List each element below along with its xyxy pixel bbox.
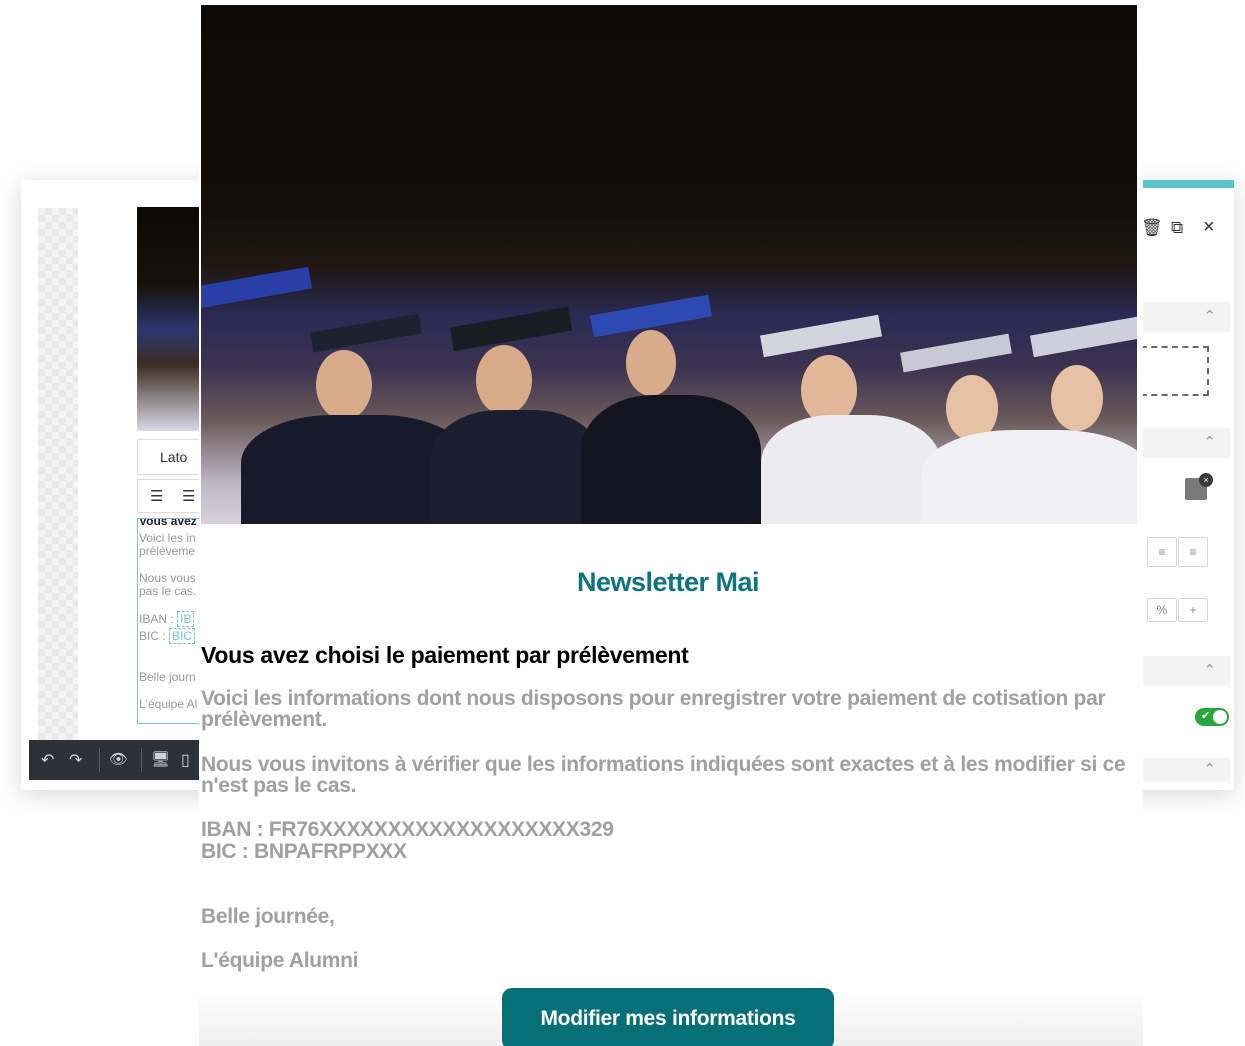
gown-shape — [921, 430, 1137, 524]
align-left-icon[interactable]: ☰ — [150, 487, 163, 505]
editor-text-block[interactable]: Vous avez Voici les in prélèveme Nous vo… — [137, 518, 207, 724]
modify-information-button[interactable]: Modifier mes informations — [502, 988, 834, 1046]
chevron-up-icon[interactable]: ⌃ — [1203, 433, 1216, 451]
graduate-face — [1051, 365, 1103, 431]
editor-bic-line: BIC : BIC — [139, 628, 196, 644]
graduation-hero-image — [201, 5, 1137, 524]
graduate-face — [316, 350, 372, 420]
toolbar-divider — [141, 748, 142, 772]
align-justify-button[interactable]: ≡ — [1178, 537, 1208, 567]
text-align-toolbar: ☰ ☰ — [137, 479, 201, 513]
duplicate-icon[interactable]: ⧉ — [1171, 218, 1183, 238]
check-icon: ✔ — [1201, 710, 1211, 722]
undo-icon[interactable]: ↶ — [41, 750, 54, 770]
bic-line: BIC : BNPAFRPPXXX — [201, 840, 407, 863]
editor-text-line: prélèveme — [139, 544, 196, 558]
check-paragraph: Nous vous invitons à vérifier que les in… — [201, 753, 1126, 797]
greeting-text: Belle journée, — [201, 905, 335, 928]
editor-bic-label: BIC : — [139, 629, 166, 643]
editor-iban-line: IBAN : IB — [139, 611, 195, 627]
graduate-face — [626, 330, 676, 396]
cap-shape — [900, 333, 1012, 373]
panel-section-header[interactable]: ⌃ — [1141, 758, 1230, 782]
editor-text-line: Belle journ — [139, 670, 196, 684]
visibility-toggle[interactable]: ✔ — [1195, 708, 1229, 726]
chevron-up-icon[interactable]: ⌃ — [1203, 661, 1216, 679]
panel-accent-bar — [1141, 180, 1234, 188]
editor-iban-label: IBAN : — [139, 612, 174, 626]
intro-paragraph: Voici les informations dont nous disposo… — [201, 687, 1106, 731]
cap-shape — [201, 266, 312, 310]
gown-shape — [761, 415, 941, 524]
unit-percent-button[interactable]: % — [1147, 598, 1177, 622]
cap-shape — [1030, 314, 1137, 358]
chevron-up-icon[interactable]: ⌃ — [1203, 760, 1216, 778]
desktop-view-icon[interactable]: 🖥 — [151, 750, 170, 768]
gown-shape — [581, 395, 761, 524]
chevron-up-icon[interactable]: ⌃ — [1203, 307, 1216, 325]
editor-bottom-toolbar: ↶ ↷ 👁 🖥 ▯ — [29, 740, 201, 780]
panel-section-header[interactable]: ⌃ — [1141, 302, 1230, 332]
preview-eye-icon[interactable]: 👁 — [109, 750, 128, 768]
signature-text: L'équipe Alumni — [201, 949, 359, 972]
close-icon[interactable]: × — [1203, 216, 1215, 239]
editor-text-line: pas le cas. — [139, 584, 197, 598]
canvas-transparency-pattern — [38, 208, 78, 756]
panel-section-header[interactable]: ⌃ — [1141, 656, 1230, 686]
delete-icon[interactable]: 🗑 — [1141, 218, 1163, 238]
editor-hero-image-thumbnail[interactable] — [137, 207, 201, 431]
image-drop-zone[interactable] — [1141, 346, 1209, 396]
newsletter-subtitle: Vous avez choisi le paiement par prélève… — [201, 642, 689, 668]
mobile-view-icon[interactable]: ▯ — [181, 750, 190, 770]
settings-panel: 🗑 ⧉ × ⌃ ⌃ × ≡ ≡ % + ⌃ ✔ ⌃ — [1141, 180, 1234, 790]
gown-shape — [431, 410, 601, 524]
cap-shape — [449, 306, 573, 352]
editor-text-line: L'équipe Al — [139, 697, 198, 711]
iban-merge-tag[interactable]: IB — [177, 611, 195, 627]
toolbar-divider — [99, 748, 100, 772]
graduate-face — [476, 345, 532, 415]
align-right-button[interactable]: ≡ — [1147, 537, 1177, 567]
font-family-select[interactable]: Lato — [137, 439, 201, 475]
bic-merge-tag[interactable]: BIC — [169, 628, 196, 644]
clear-color-icon[interactable]: × — [1199, 473, 1213, 487]
cap-shape — [310, 313, 422, 353]
align-center-icon[interactable]: ☰ — [182, 487, 195, 505]
redo-icon[interactable]: ↷ — [69, 750, 82, 770]
increment-button[interactable]: + — [1178, 598, 1208, 622]
newsletter-preview: Newsletter Mai Vous avez choisi le paiem… — [199, 0, 1143, 1046]
editor-text-line: Vous avez — [139, 518, 197, 528]
cap-shape — [760, 314, 882, 358]
panel-section-header[interactable]: ⌃ — [1141, 428, 1230, 458]
newsletter-title: Newsletter Mai — [576, 567, 760, 597]
iban-line: IBAN : FR76XXXXXXXXXXXXXXXXXXX329 — [201, 818, 614, 841]
